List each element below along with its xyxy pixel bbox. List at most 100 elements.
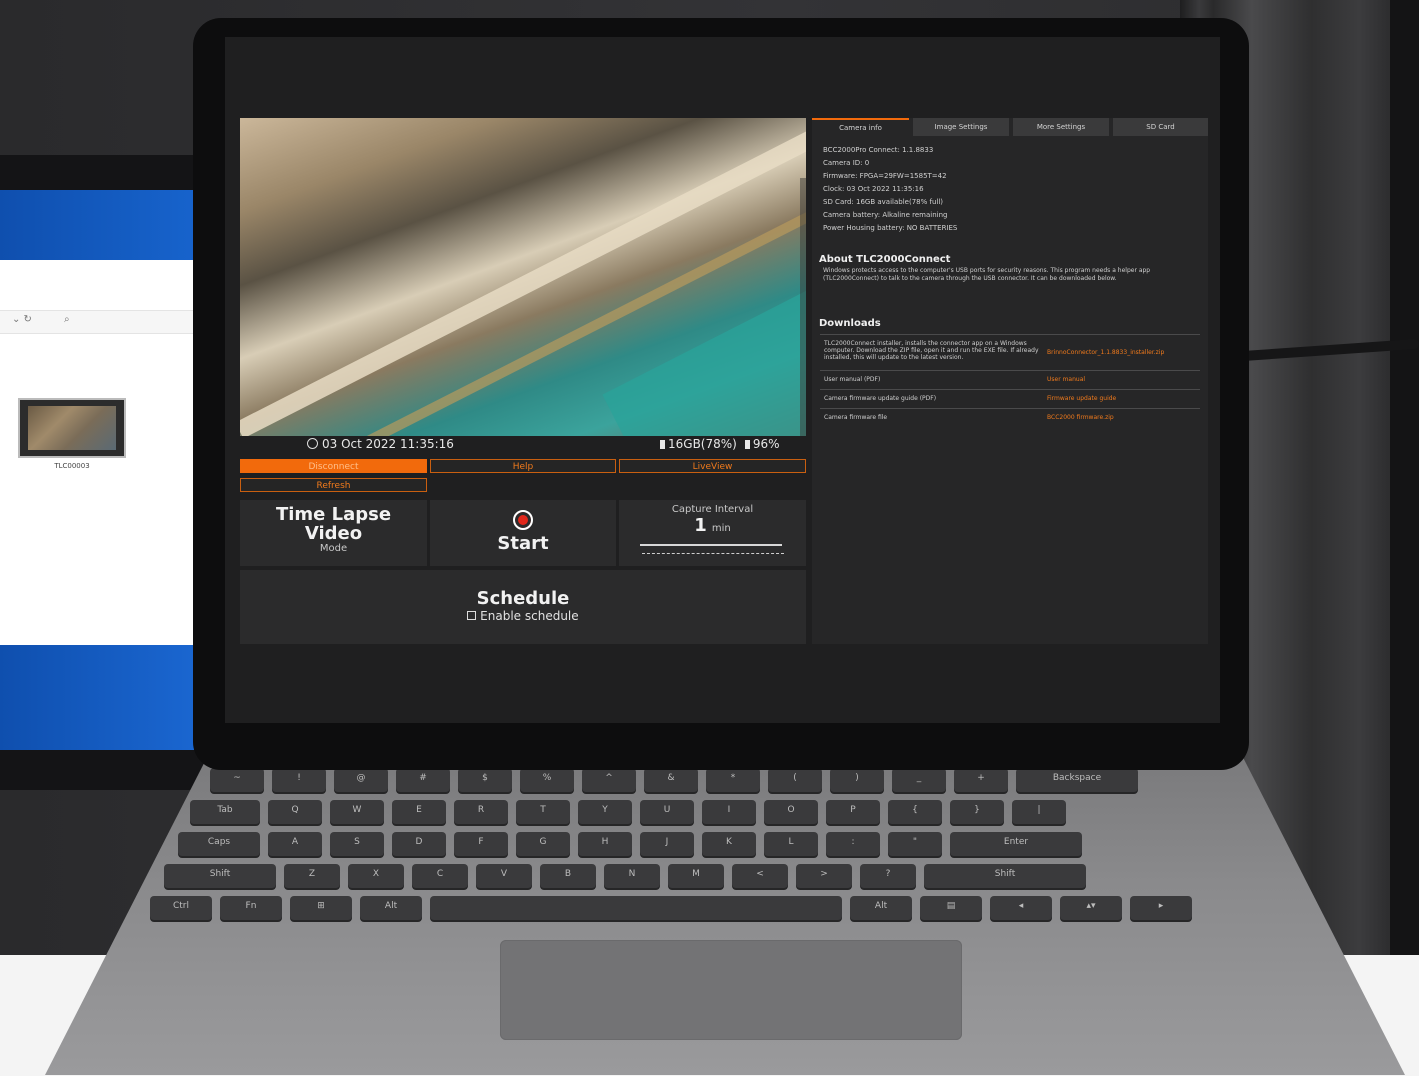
tab-sd-card[interactable]: SD Card [1113, 118, 1208, 136]
keyboard-key[interactable]: ( [768, 768, 822, 792]
schedule-checkbox-label[interactable]: Enable schedule [480, 609, 578, 623]
keyboard-key[interactable]: } [950, 800, 1004, 824]
liveview-button[interactable]: LiveView [619, 459, 806, 473]
keyboard-key[interactable]: Alt [850, 896, 912, 920]
keyboard-key[interactable]: Z [284, 864, 340, 888]
keyboard-key[interactable]: " [888, 832, 942, 856]
keyboard-key[interactable]: ▸ [1130, 896, 1192, 920]
schedule-checkbox-row[interactable]: Enable schedule [240, 609, 806, 623]
download-link[interactable]: BrinnoConnector_1.1.8833_installer.zip [1047, 349, 1164, 356]
keyboard-key[interactable]: W [330, 800, 384, 824]
download-link[interactable]: User manual [1047, 376, 1085, 383]
keyboard-key[interactable]: + [954, 768, 1008, 792]
help-button[interactable]: Help [430, 459, 616, 473]
keyboard-key[interactable]: Backspace [1016, 768, 1138, 792]
download-link[interactable]: BCC2000 firmware.zip [1047, 414, 1114, 421]
tab-image-settings[interactable]: Image Settings [913, 118, 1009, 136]
keyboard-key-label: Enter [1003, 837, 1029, 847]
info-sd-card: SD Card: 16GB available(78% full) [823, 198, 944, 206]
keyboard-key[interactable]: ! [272, 768, 326, 792]
keyboard-key[interactable]: # [396, 768, 450, 792]
keyboard-key[interactable]: ^ [582, 768, 636, 792]
keyboard-key[interactable]: A [268, 832, 322, 856]
keyboard-key[interactable]: > [796, 864, 852, 888]
checkbox-icon[interactable] [467, 611, 477, 620]
keyboard-key[interactable]: H [578, 832, 632, 856]
keyboard-key[interactable]: C [412, 864, 468, 888]
interval-title: Capture Interval [671, 504, 754, 515]
keyboard-key[interactable]: N [604, 864, 660, 888]
keyboard-key[interactable]: R [454, 800, 508, 824]
keyboard-key[interactable]: ? [860, 864, 916, 888]
keyboard-key[interactable]: S [330, 832, 384, 856]
keyboard-key-label: P [850, 805, 856, 815]
keyboard-key[interactable]: Shift [164, 864, 276, 888]
keyboard-key[interactable]: Tab [190, 800, 260, 824]
keyboard-key[interactable]: O [764, 800, 818, 824]
sd-card-icon [660, 440, 665, 449]
keyboard-key[interactable]: P [826, 800, 880, 824]
keyboard-key[interactable]: ▴▾ [1060, 896, 1122, 920]
keyboard-key[interactable]: * [706, 768, 760, 792]
keyboard-key-label: ~ [233, 773, 241, 783]
keyboard-key[interactable]: G [516, 832, 570, 856]
keyboard-key[interactable]: X [348, 864, 404, 888]
tab-more-settings[interactable]: More Settings [1013, 118, 1109, 136]
interval-unit: min [711, 523, 731, 534]
keyboard-key[interactable]: K [702, 832, 756, 856]
keyboard-key[interactable]: < [732, 864, 788, 888]
keyboard-key[interactable]: $ [458, 768, 512, 792]
keyboard-key-label: & [667, 773, 675, 783]
keyboard-key[interactable]: L [764, 832, 818, 856]
keyboard-key[interactable]: | [1012, 800, 1066, 824]
keyboard-key[interactable]: Q [268, 800, 322, 824]
keyboard-key-label: | [1037, 805, 1041, 815]
keyboard-key[interactable]: Fn [220, 896, 282, 920]
refresh-button[interactable]: Refresh [240, 478, 427, 492]
keyboard-key[interactable]: U [640, 800, 694, 824]
mode-tile[interactable]: Time Lapse Video Mode [240, 500, 427, 566]
explorer-nav-icons[interactable]: ⌄ ↻ [12, 314, 32, 325]
keyboard-key[interactable]: @ [334, 768, 388, 792]
keyboard-key[interactable]: B [540, 864, 596, 888]
keyboard-key[interactable]: : [826, 832, 880, 856]
disconnect-button[interactable]: Disconnect [240, 459, 427, 473]
tab-camera-info[interactable]: Camera info [812, 118, 909, 138]
keyboard-key[interactable]: D [392, 832, 446, 856]
trackpad[interactable] [500, 940, 962, 1040]
keyboard-key[interactable]: ⊞ [290, 896, 352, 920]
keyboard-key[interactable]: T [516, 800, 570, 824]
keyboard-key[interactable]: _ [892, 768, 946, 792]
keyboard-key[interactable]: J [640, 832, 694, 856]
keyboard-key[interactable]: ▤ [920, 896, 982, 920]
keyboard-key[interactable]: ◂ [990, 896, 1052, 920]
keyboard-key-label: W [352, 805, 362, 815]
keyboard-key[interactable]: M [668, 864, 724, 888]
keyboard-key[interactable]: ) [830, 768, 884, 792]
keyboard-key[interactable]: V [476, 864, 532, 888]
keyboard-key[interactable]: I [702, 800, 756, 824]
keyboard-key[interactable]: & [644, 768, 698, 792]
keyboard-key[interactable]: Ctrl [150, 896, 212, 920]
keyboard-key-label: + [977, 773, 985, 783]
keyboard-key[interactable]: ~ [210, 768, 264, 792]
keyboard-key[interactable]: Y [578, 800, 632, 824]
keyboard-key[interactable] [430, 896, 842, 920]
keyboard-key[interactable]: F [454, 832, 508, 856]
keyboard-key-label: J [665, 837, 669, 847]
keyboard-key[interactable]: Shift [924, 864, 1086, 888]
keyboard-key[interactable]: Enter [950, 832, 1082, 856]
search-icon[interactable]: ⌕ [64, 314, 70, 325]
keyboard-key[interactable]: Caps [178, 832, 260, 856]
keyboard-key[interactable]: E [392, 800, 446, 824]
interval-value-row: 1 min [619, 515, 806, 536]
start-tile[interactable]: Start [430, 500, 616, 566]
interval-slider[interactable] [640, 544, 782, 546]
keyboard-key[interactable]: { [888, 800, 942, 824]
keyboard-key[interactable]: % [520, 768, 574, 792]
monitor-title-band [0, 190, 194, 260]
video-file-thumbnail[interactable] [18, 398, 126, 458]
keyboard-key-label: Z [308, 869, 316, 879]
download-link[interactable]: Firmware update guide [1047, 395, 1116, 402]
keyboard-key[interactable]: Alt [360, 896, 422, 920]
